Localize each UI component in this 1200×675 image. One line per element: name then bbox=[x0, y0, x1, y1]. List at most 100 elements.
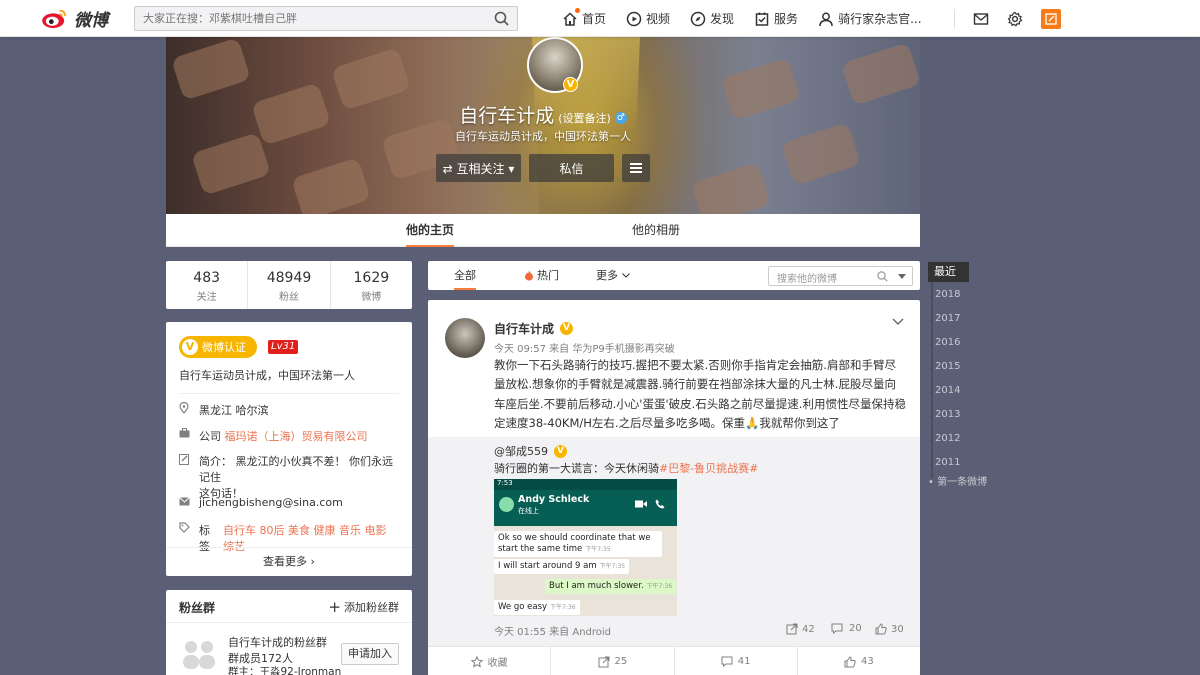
post-author[interactable]: 自行车计成 V bbox=[494, 320, 574, 337]
comment-icon bbox=[831, 623, 843, 634]
gear-icon[interactable] bbox=[1007, 11, 1023, 27]
repost-forward-count[interactable]: 42 bbox=[786, 623, 815, 635]
global-search-input[interactable] bbox=[135, 7, 490, 30]
fire-icon bbox=[525, 270, 533, 281]
tags-links[interactable]: 自行车 80后 美食 健康 音乐 电影 综艺 bbox=[223, 522, 399, 554]
timeline-recent[interactable]: 最近 bbox=[928, 262, 969, 282]
repost-like-count[interactable]: 30 bbox=[875, 623, 904, 635]
add-fans-group-button[interactable]: + 添加粉丝群 bbox=[328, 599, 399, 615]
profile-cover: V 自行车计成 (设置备注) ♂ 自行车运动员计成，中国环法第一人 ⇄ 互相关注 ▾… bbox=[166, 37, 920, 214]
view-more-link[interactable]: 查看更多 › bbox=[166, 553, 412, 569]
mail-icon[interactable] bbox=[973, 11, 989, 27]
tab-hot-label: 热门 bbox=[537, 269, 559, 282]
add-fans-group-label: 添加粉丝群 bbox=[344, 601, 399, 614]
compose-icon[interactable] bbox=[1041, 9, 1061, 29]
nav-video[interactable]: 视频 bbox=[626, 10, 670, 27]
post-author-avatar[interactable] bbox=[445, 318, 485, 358]
main-nav: 首页 视频 发现 服务 骑行家杂志官... bbox=[562, 0, 942, 37]
tab-album[interactable]: 他的相册 bbox=[632, 214, 680, 247]
nav-discover-label: 发现 bbox=[710, 12, 735, 26]
email-row: jichengbisheng@sina.com bbox=[179, 496, 399, 509]
chevron-down-icon bbox=[622, 273, 630, 278]
comment-button[interactable]: 41 bbox=[675, 647, 798, 675]
level-badge[interactable]: Lv31 bbox=[268, 340, 299, 354]
tab-more[interactable]: 更多 bbox=[596, 261, 630, 290]
set-remark-link[interactable]: (设置备注) bbox=[558, 112, 611, 125]
search-icon[interactable] bbox=[877, 271, 888, 282]
chat-message: I will start around 9 am 下午7:35 bbox=[494, 559, 630, 574]
chat-message-time: 下午7:36 bbox=[646, 583, 673, 590]
stat-fans[interactable]: 48949 粉丝 bbox=[248, 261, 331, 309]
weibo-logo[interactable]: 微博 bbox=[40, 6, 108, 31]
more-menu-button[interactable] bbox=[622, 154, 650, 182]
chat-message: We go easy 下午7:36 bbox=[494, 600, 580, 615]
tab-hot[interactable]: 热门 bbox=[524, 261, 559, 290]
timeline-year[interactable]: 2012 bbox=[935, 433, 960, 444]
group-name[interactable]: 自行车计成的粉丝群 bbox=[228, 634, 327, 650]
caret-down-icon[interactable] bbox=[898, 274, 906, 279]
stat-fans-label: 粉丝 bbox=[278, 292, 299, 303]
tag-icon bbox=[179, 522, 199, 554]
video-icon bbox=[626, 11, 642, 26]
tags-prefix: 标签 bbox=[199, 524, 210, 553]
home-icon bbox=[563, 11, 577, 26]
search-icon[interactable] bbox=[494, 11, 509, 26]
group-owner: 群主：王淼92-Ironman bbox=[228, 666, 342, 675]
chat-message-sent: But I am much slower. 下午7:36 bbox=[545, 579, 677, 594]
stat-weibo[interactable]: 1629 微博 bbox=[331, 261, 412, 309]
nav-user[interactable]: 骑行家杂志官... bbox=[818, 10, 922, 27]
repost-button[interactable]: 25 bbox=[551, 647, 675, 675]
weibo-verified-tag[interactable]: V 微博认证 bbox=[179, 336, 257, 358]
post-meta: 今天 09:57 来自 华为P9手机摄影再突破 bbox=[494, 344, 675, 355]
bio-text: 简介： 黑龙江的小伙真不差！ 你们永远记住 这句话！ bbox=[199, 454, 399, 502]
post-menu-chevron-icon[interactable] bbox=[892, 318, 904, 325]
plus-icon: + bbox=[328, 597, 341, 616]
timeline-year[interactable]: 2011 bbox=[935, 457, 960, 468]
video-call-icon bbox=[635, 500, 647, 508]
collect-button[interactable]: 收藏 bbox=[428, 647, 552, 675]
thumbs-up-icon bbox=[875, 623, 887, 635]
repost-count: 25 bbox=[614, 656, 628, 667]
chat-message-text: Ok so we should coordinate that we start… bbox=[498, 533, 651, 554]
feed-search-box[interactable]: 搜索他的微博 bbox=[768, 266, 913, 286]
message-button[interactable]: 私信 bbox=[529, 154, 614, 182]
timeline-year[interactable]: 2018 bbox=[935, 289, 960, 300]
chat-message: Ok so we should coordinate that we start… bbox=[494, 531, 662, 557]
company-row: 公司 福玛诺（上海）贸易有限公司 bbox=[179, 428, 399, 444]
timeline-year[interactable]: 2015 bbox=[935, 361, 960, 372]
nav-home-label: 首页 bbox=[582, 12, 607, 26]
verified-badge-icon: V bbox=[560, 322, 574, 335]
repost-topic-link[interactable]: #巴黎-鲁贝挑战赛# bbox=[659, 462, 758, 475]
join-group-button[interactable]: 申请加入 bbox=[341, 643, 399, 665]
tab-all[interactable]: 全部 bbox=[454, 261, 476, 290]
repost-user[interactable]: @邹成559 V bbox=[494, 443, 567, 459]
timeline-first-weibo[interactable]: • 第一条微博 bbox=[928, 473, 987, 488]
timeline-year[interactable]: 2017 bbox=[935, 313, 960, 324]
stat-following[interactable]: 483 关注 bbox=[166, 261, 249, 309]
timeline-year[interactable]: 2016 bbox=[935, 337, 960, 348]
nav-service-label: 服务 bbox=[774, 12, 799, 26]
repost-comment-count[interactable]: 20 bbox=[831, 623, 862, 634]
nav-service[interactable]: 服务 bbox=[754, 10, 798, 27]
comment-icon bbox=[721, 656, 733, 667]
profile-name-line: 自行车计成 (设置备注) ♂ bbox=[166, 101, 920, 128]
company-link[interactable]: 福玛诺（上海）贸易有限公司 bbox=[225, 428, 368, 444]
stat-following-label: 关注 bbox=[196, 292, 217, 303]
timeline-year[interactable]: 2014 bbox=[935, 385, 960, 396]
comment-count: 41 bbox=[737, 656, 751, 667]
tab-more-label: 更多 bbox=[596, 269, 618, 282]
timeline-year[interactable]: 2013 bbox=[935, 409, 960, 420]
nav-discover[interactable]: 发现 bbox=[690, 10, 734, 27]
timeline-line bbox=[931, 282, 933, 478]
tab-home[interactable]: 他的主页 bbox=[406, 214, 455, 247]
chat-message-text: But I am much slower. bbox=[549, 581, 644, 591]
nav-home[interactable]: 首页 bbox=[562, 8, 607, 27]
mutual-follow-button[interactable]: ⇄ 互相关注 ▾ bbox=[436, 154, 521, 182]
like-button[interactable]: 43 bbox=[798, 647, 920, 675]
mail-icon bbox=[179, 496, 199, 509]
repost-image-chat-screenshot[interactable]: 7:53 Andy Schleck 在线上 Ok so we should co… bbox=[494, 479, 677, 616]
profile-name: 自行车计成 bbox=[459, 105, 555, 127]
logo-text: 微博 bbox=[74, 10, 108, 31]
post-action-bar: 收藏 25 41 43 bbox=[428, 646, 920, 675]
global-search-box bbox=[134, 6, 518, 31]
